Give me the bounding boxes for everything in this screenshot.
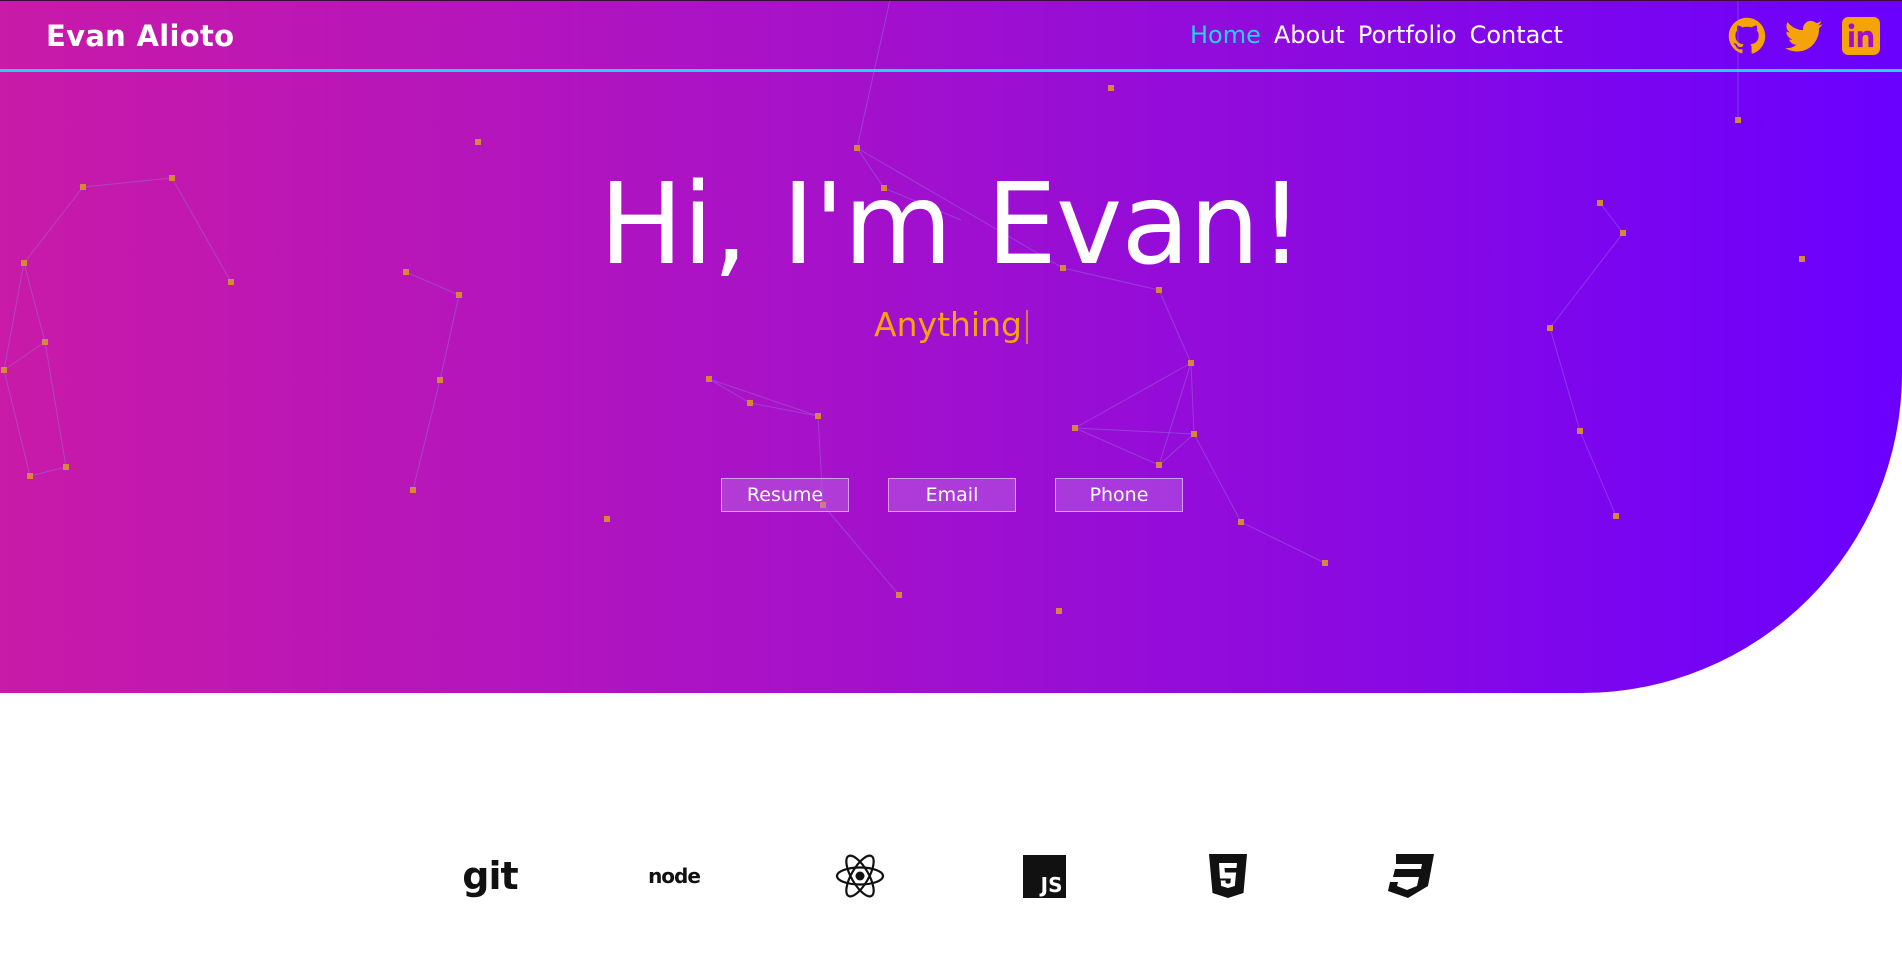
- hero-section: Hi, I'm Evan! Anything Resume Email Phon…: [0, 0, 1902, 693]
- typed-text: Anything: [874, 305, 1022, 344]
- node-logo-text: node: [648, 864, 701, 888]
- git-logo-icon: git: [462, 848, 518, 904]
- hero-button-row: Resume Email Phone: [721, 478, 1183, 512]
- javascript-logo-icon: JS: [1022, 848, 1066, 904]
- js-logo-text: JS: [1040, 872, 1063, 897]
- github-icon[interactable]: [1728, 17, 1766, 55]
- typing-cursor: [1025, 309, 1028, 344]
- nav-link-about[interactable]: About: [1274, 21, 1345, 49]
- git-logo-text: git: [462, 854, 518, 898]
- hero-headline: Hi, I'm Evan!: [599, 160, 1304, 290]
- typed-subtitle: Anything: [0, 305, 1902, 344]
- twitter-icon[interactable]: [1785, 17, 1823, 55]
- resume-button[interactable]: Resume: [721, 478, 849, 512]
- nav-link-home[interactable]: Home: [1190, 21, 1261, 49]
- nav-links: Home About Portfolio Contact: [1190, 21, 1563, 49]
- css3-logo-icon: [1386, 848, 1436, 904]
- linkedin-icon[interactable]: [1842, 17, 1880, 55]
- nodejs-logo-icon: node: [646, 848, 702, 904]
- nav-link-portfolio[interactable]: Portfolio: [1358, 21, 1457, 49]
- phone-button[interactable]: Phone: [1055, 478, 1183, 512]
- particle-network-background: [1, 0, 1805, 614]
- email-button[interactable]: Email: [888, 478, 1016, 512]
- social-links: [1728, 17, 1880, 55]
- html5-logo-icon: [1206, 848, 1250, 904]
- top-navbar: Evan Alioto Home About Portfolio Contact: [0, 0, 1902, 72]
- skills-icon-row: git node JS: [0, 848, 1902, 908]
- site-brand[interactable]: Evan Alioto: [46, 19, 234, 53]
- react-logo-icon: [832, 848, 888, 904]
- nav-link-contact[interactable]: Contact: [1470, 21, 1563, 49]
